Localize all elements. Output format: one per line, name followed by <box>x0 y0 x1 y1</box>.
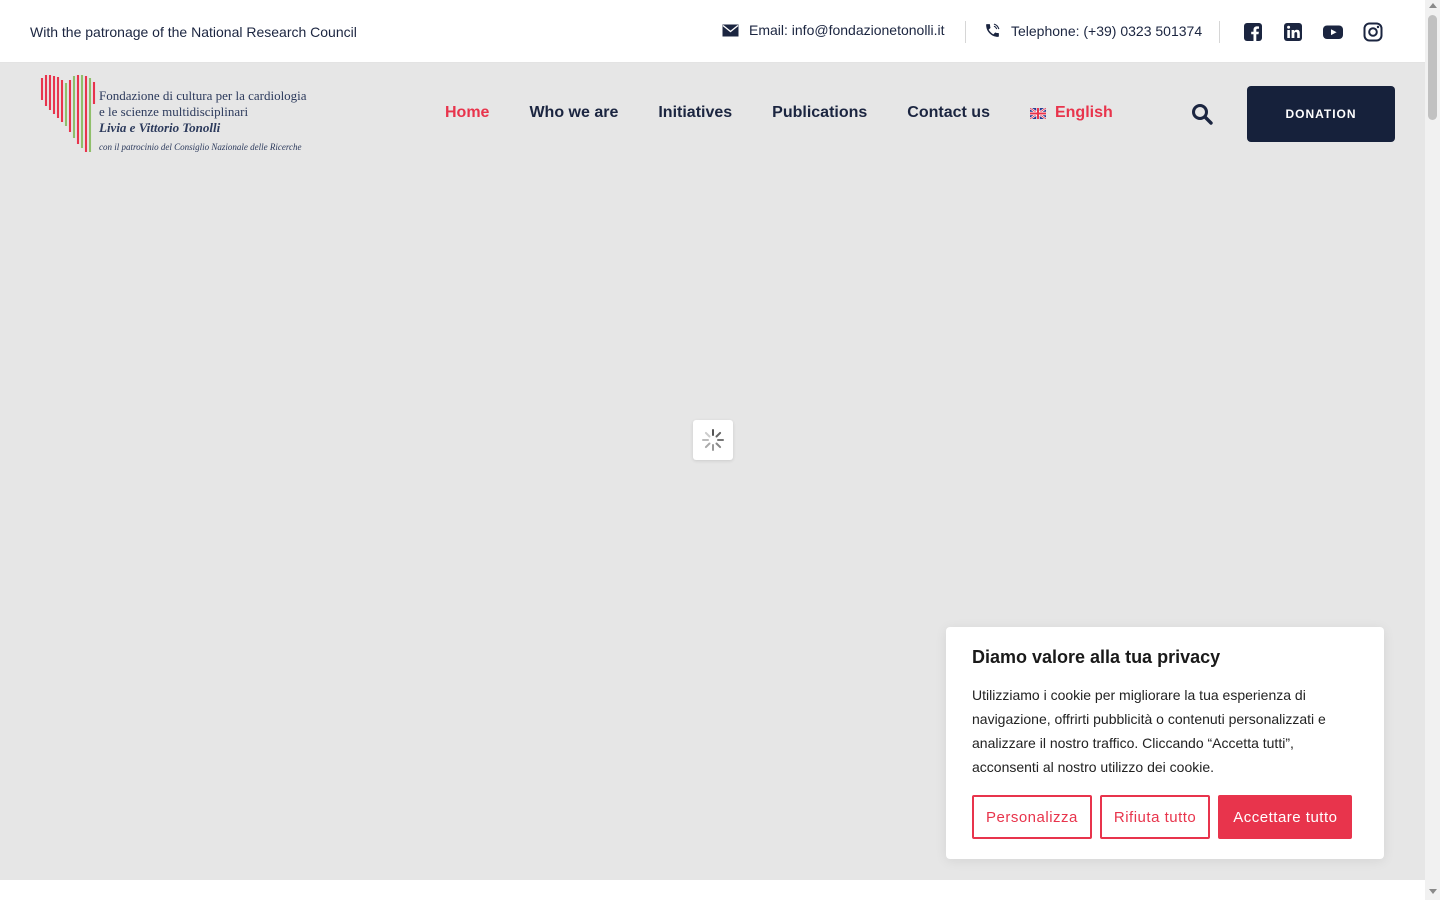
nav-publications[interactable]: Publications <box>772 104 867 122</box>
customize-button[interactable]: Personalizza <box>972 795 1092 839</box>
heart-logo-icon <box>40 75 96 152</box>
uk-flag-icon <box>1029 107 1046 119</box>
linkedin-icon[interactable] <box>1283 22 1303 42</box>
facebook-icon[interactable] <box>1243 22 1263 42</box>
cookie-consent-banner: Diamo valore alla tua privacy Utilizziam… <box>946 627 1384 859</box>
social-links <box>1243 22 1383 42</box>
primary-nav: Home Who we are Initiatives Publications… <box>445 104 1153 122</box>
email-text: Email: info@fondazionetonolli.it <box>749 22 945 38</box>
language-switcher[interactable]: English <box>1029 104 1113 122</box>
phone-link[interactable]: Telephone: (+39) 0323 501374 <box>984 22 1202 39</box>
instagram-icon[interactable] <box>1363 22 1383 42</box>
scroll-up-arrow-icon[interactable] <box>1429 3 1437 8</box>
spinner-icon <box>702 429 724 451</box>
loading-spinner <box>693 420 733 460</box>
scrollbar-thumb[interactable] <box>1428 15 1437 120</box>
logo-line-3: Livia e Vittorio Tonolli <box>99 120 221 135</box>
top-bar: With the patronage of the National Resea… <box>0 0 1425 63</box>
cookie-title: Diamo valore alla tua privacy <box>972 647 1221 667</box>
cookie-text: Utilizziamo i cookie per migliorare la t… <box>972 687 1326 775</box>
nav-home[interactable]: Home <box>445 104 489 122</box>
logo-line-4: con il patrocinio del Consiglio Nazional… <box>99 142 302 152</box>
reject-all-button[interactable]: Rifiuta tutto <box>1099 795 1211 839</box>
language-label: English <box>1054 104 1113 121</box>
youtube-icon[interactable] <box>1323 22 1343 42</box>
envelope-icon <box>722 24 739 36</box>
page-footer-strip <box>0 880 1425 900</box>
logo-text[interactable]: Fondazione di cultura per la cardiologia… <box>99 88 307 155</box>
nav-contact-us[interactable]: Contact us <box>907 104 990 122</box>
logo-line-2: e le scienze multidisciplinari <box>99 104 249 119</box>
divider <box>965 21 966 43</box>
email-link[interactable]: Email: info@fondazionetonolli.it <box>722 22 945 38</box>
phone-icon <box>986 23 1000 37</box>
nav-who-we-are[interactable]: Who we are <box>529 104 618 122</box>
vertical-scrollbar[interactable] <box>1425 0 1440 900</box>
accept-all-button[interactable]: Accettare tutto <box>1218 795 1353 839</box>
patronage-text: With the patronage of the National Resea… <box>30 24 357 40</box>
logo-line-1: Fondazione di cultura per la cardiologia <box>99 88 307 103</box>
divider <box>1219 21 1220 43</box>
scroll-down-arrow-icon[interactable] <box>1429 889 1437 894</box>
donation-button[interactable]: DONATION <box>1247 86 1395 142</box>
search-icon[interactable] <box>1191 103 1213 125</box>
nav-initiatives[interactable]: Initiatives <box>658 104 732 122</box>
cookie-actions: Personalizza Rifiuta tutto Accettare tut… <box>972 795 1353 839</box>
phone-text: Telephone: (+39) 0323 501374 <box>1011 22 1203 39</box>
